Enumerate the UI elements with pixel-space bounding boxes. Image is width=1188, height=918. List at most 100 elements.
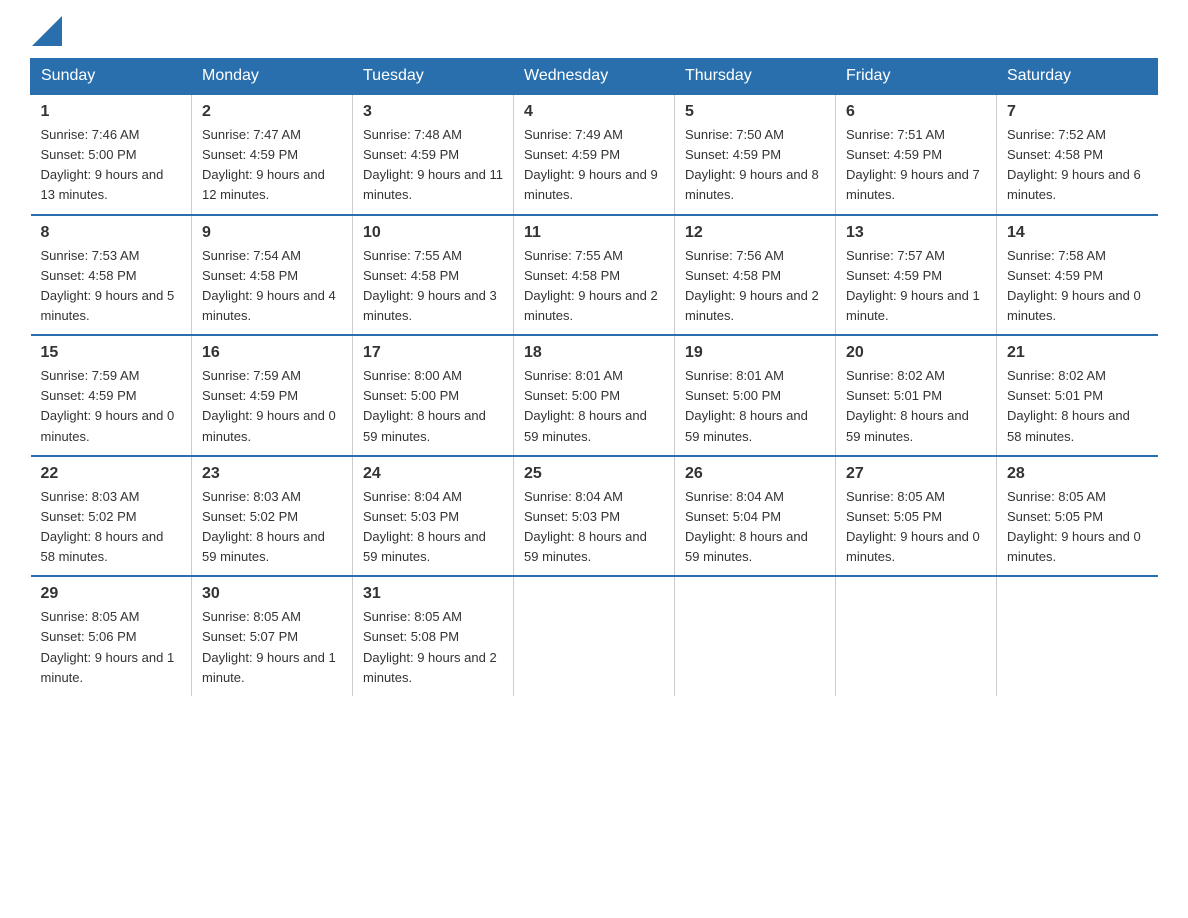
day-number: 26 <box>685 465 825 483</box>
week-row-3: 15 Sunrise: 7:59 AMSunset: 4:59 PMDaylig… <box>31 335 1158 456</box>
day-info: Sunrise: 8:05 AMSunset: 5:05 PMDaylight:… <box>1007 489 1141 564</box>
day-number: 10 <box>363 224 503 242</box>
col-header-friday: Friday <box>836 59 997 95</box>
day-number: 22 <box>41 465 182 483</box>
day-info: Sunrise: 7:56 AMSunset: 4:58 PMDaylight:… <box>685 248 819 323</box>
day-info: Sunrise: 8:05 AMSunset: 5:05 PMDaylight:… <box>846 489 980 564</box>
day-cell: 1 Sunrise: 7:46 AMSunset: 5:00 PMDayligh… <box>31 94 192 215</box>
day-info: Sunrise: 8:01 AMSunset: 5:00 PMDaylight:… <box>685 368 808 443</box>
day-number: 12 <box>685 224 825 242</box>
day-info: Sunrise: 7:46 AMSunset: 5:00 PMDaylight:… <box>41 127 164 202</box>
day-number: 31 <box>363 585 503 603</box>
day-cell: 3 Sunrise: 7:48 AMSunset: 4:59 PMDayligh… <box>353 94 514 215</box>
day-number: 13 <box>846 224 986 242</box>
day-cell: 31 Sunrise: 8:05 AMSunset: 5:08 PMDaylig… <box>353 576 514 696</box>
day-cell: 18 Sunrise: 8:01 AMSunset: 5:00 PMDaylig… <box>514 335 675 456</box>
day-cell: 2 Sunrise: 7:47 AMSunset: 4:59 PMDayligh… <box>192 94 353 215</box>
day-number: 4 <box>524 103 664 121</box>
day-cell: 27 Sunrise: 8:05 AMSunset: 5:05 PMDaylig… <box>836 456 997 577</box>
week-row-4: 22 Sunrise: 8:03 AMSunset: 5:02 PMDaylig… <box>31 456 1158 577</box>
day-cell: 22 Sunrise: 8:03 AMSunset: 5:02 PMDaylig… <box>31 456 192 577</box>
week-row-1: 1 Sunrise: 7:46 AMSunset: 5:00 PMDayligh… <box>31 94 1158 215</box>
day-info: Sunrise: 7:55 AMSunset: 4:58 PMDaylight:… <box>363 248 497 323</box>
day-info: Sunrise: 8:00 AMSunset: 5:00 PMDaylight:… <box>363 368 486 443</box>
day-cell: 20 Sunrise: 8:02 AMSunset: 5:01 PMDaylig… <box>836 335 997 456</box>
day-number: 15 <box>41 344 182 362</box>
day-number: 6 <box>846 103 986 121</box>
day-number: 16 <box>202 344 342 362</box>
day-cell: 12 Sunrise: 7:56 AMSunset: 4:58 PMDaylig… <box>675 215 836 336</box>
day-info: Sunrise: 8:05 AMSunset: 5:07 PMDaylight:… <box>202 609 336 684</box>
day-number: 23 <box>202 465 342 483</box>
day-info: Sunrise: 7:53 AMSunset: 4:58 PMDaylight:… <box>41 248 175 323</box>
day-info: Sunrise: 8:03 AMSunset: 5:02 PMDaylight:… <box>202 489 325 564</box>
day-number: 25 <box>524 465 664 483</box>
col-header-monday: Monday <box>192 59 353 95</box>
day-info: Sunrise: 7:50 AMSunset: 4:59 PMDaylight:… <box>685 127 819 202</box>
day-number: 9 <box>202 224 342 242</box>
day-number: 19 <box>685 344 825 362</box>
day-number: 27 <box>846 465 986 483</box>
logo <box>30 20 62 42</box>
day-info: Sunrise: 7:54 AMSunset: 4:58 PMDaylight:… <box>202 248 336 323</box>
col-header-sunday: Sunday <box>31 59 192 95</box>
day-info: Sunrise: 8:05 AMSunset: 5:08 PMDaylight:… <box>363 609 497 684</box>
week-row-2: 8 Sunrise: 7:53 AMSunset: 4:58 PMDayligh… <box>31 215 1158 336</box>
day-info: Sunrise: 8:04 AMSunset: 5:03 PMDaylight:… <box>363 489 486 564</box>
day-number: 17 <box>363 344 503 362</box>
day-number: 11 <box>524 224 664 242</box>
day-cell: 19 Sunrise: 8:01 AMSunset: 5:00 PMDaylig… <box>675 335 836 456</box>
day-cell: 23 Sunrise: 8:03 AMSunset: 5:02 PMDaylig… <box>192 456 353 577</box>
day-info: Sunrise: 8:04 AMSunset: 5:03 PMDaylight:… <box>524 489 647 564</box>
day-info: Sunrise: 8:04 AMSunset: 5:04 PMDaylight:… <box>685 489 808 564</box>
week-row-5: 29 Sunrise: 8:05 AMSunset: 5:06 PMDaylig… <box>31 576 1158 696</box>
day-info: Sunrise: 7:59 AMSunset: 4:59 PMDaylight:… <box>41 368 175 443</box>
day-cell: 24 Sunrise: 8:04 AMSunset: 5:03 PMDaylig… <box>353 456 514 577</box>
day-number: 14 <box>1007 224 1148 242</box>
day-info: Sunrise: 7:52 AMSunset: 4:58 PMDaylight:… <box>1007 127 1141 202</box>
day-number: 30 <box>202 585 342 603</box>
day-info: Sunrise: 8:02 AMSunset: 5:01 PMDaylight:… <box>846 368 969 443</box>
day-info: Sunrise: 8:03 AMSunset: 5:02 PMDaylight:… <box>41 489 164 564</box>
day-info: Sunrise: 7:48 AMSunset: 4:59 PMDaylight:… <box>363 127 503 202</box>
day-cell: 9 Sunrise: 7:54 AMSunset: 4:58 PMDayligh… <box>192 215 353 336</box>
day-info: Sunrise: 8:02 AMSunset: 5:01 PMDaylight:… <box>1007 368 1130 443</box>
day-number: 2 <box>202 103 342 121</box>
day-info: Sunrise: 7:55 AMSunset: 4:58 PMDaylight:… <box>524 248 658 323</box>
day-cell: 14 Sunrise: 7:58 AMSunset: 4:59 PMDaylig… <box>997 215 1158 336</box>
day-cell <box>836 576 997 696</box>
day-cell: 11 Sunrise: 7:55 AMSunset: 4:58 PMDaylig… <box>514 215 675 336</box>
day-cell <box>675 576 836 696</box>
day-info: Sunrise: 7:58 AMSunset: 4:59 PMDaylight:… <box>1007 248 1141 323</box>
day-info: Sunrise: 7:57 AMSunset: 4:59 PMDaylight:… <box>846 248 980 323</box>
col-header-tuesday: Tuesday <box>353 59 514 95</box>
header-row: SundayMondayTuesdayWednesdayThursdayFrid… <box>31 59 1158 95</box>
day-info: Sunrise: 7:59 AMSunset: 4:59 PMDaylight:… <box>202 368 336 443</box>
day-number: 8 <box>41 224 182 242</box>
day-cell: 6 Sunrise: 7:51 AMSunset: 4:59 PMDayligh… <box>836 94 997 215</box>
day-number: 5 <box>685 103 825 121</box>
day-cell: 30 Sunrise: 8:05 AMSunset: 5:07 PMDaylig… <box>192 576 353 696</box>
page-header <box>30 20 1158 42</box>
logo-icon <box>32 16 62 46</box>
day-cell: 29 Sunrise: 8:05 AMSunset: 5:06 PMDaylig… <box>31 576 192 696</box>
day-cell: 4 Sunrise: 7:49 AMSunset: 4:59 PMDayligh… <box>514 94 675 215</box>
col-header-wednesday: Wednesday <box>514 59 675 95</box>
day-info: Sunrise: 7:51 AMSunset: 4:59 PMDaylight:… <box>846 127 980 202</box>
col-header-thursday: Thursday <box>675 59 836 95</box>
day-number: 1 <box>41 103 182 121</box>
day-cell: 28 Sunrise: 8:05 AMSunset: 5:05 PMDaylig… <box>997 456 1158 577</box>
day-cell: 26 Sunrise: 8:04 AMSunset: 5:04 PMDaylig… <box>675 456 836 577</box>
day-cell: 15 Sunrise: 7:59 AMSunset: 4:59 PMDaylig… <box>31 335 192 456</box>
day-number: 28 <box>1007 465 1148 483</box>
day-cell: 7 Sunrise: 7:52 AMSunset: 4:58 PMDayligh… <box>997 94 1158 215</box>
day-cell: 25 Sunrise: 8:04 AMSunset: 5:03 PMDaylig… <box>514 456 675 577</box>
col-header-saturday: Saturday <box>997 59 1158 95</box>
day-number: 29 <box>41 585 182 603</box>
day-cell <box>997 576 1158 696</box>
day-number: 7 <box>1007 103 1148 121</box>
day-cell <box>514 576 675 696</box>
day-cell: 16 Sunrise: 7:59 AMSunset: 4:59 PMDaylig… <box>192 335 353 456</box>
day-number: 24 <box>363 465 503 483</box>
day-cell: 21 Sunrise: 8:02 AMSunset: 5:01 PMDaylig… <box>997 335 1158 456</box>
